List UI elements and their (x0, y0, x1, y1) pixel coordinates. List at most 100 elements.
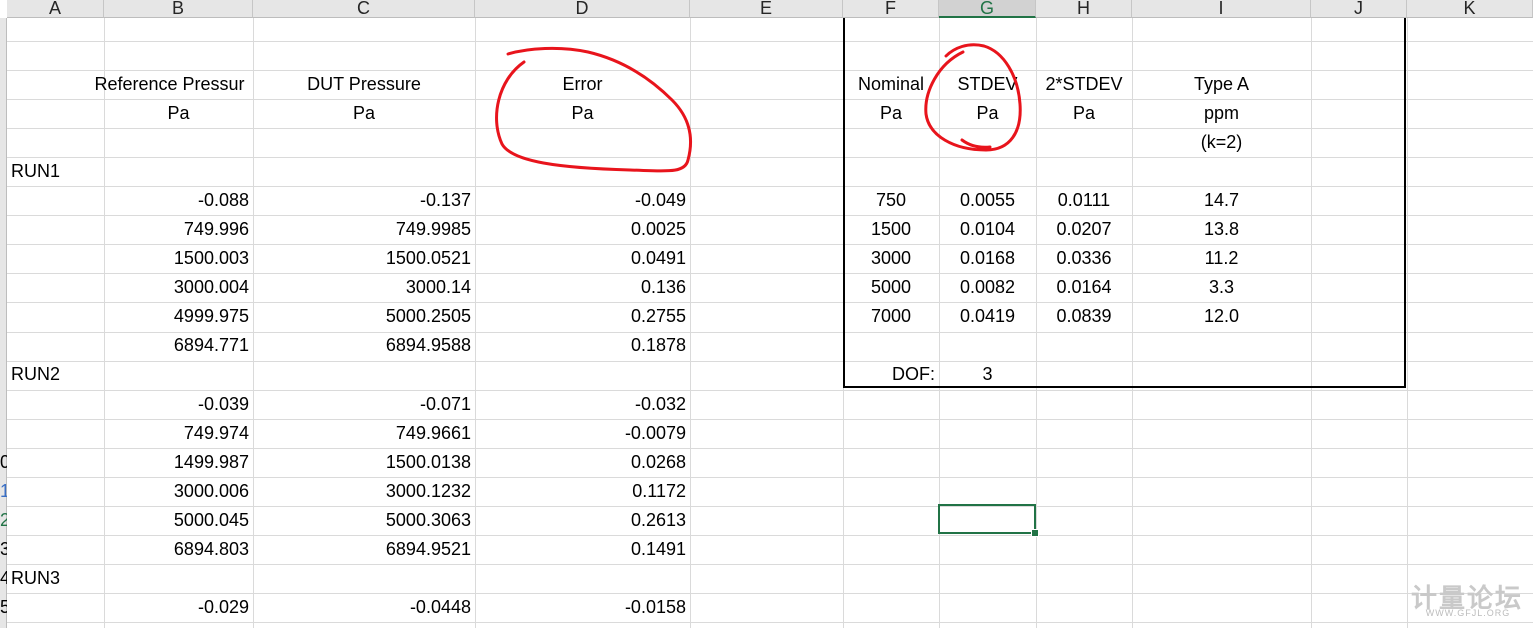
summary-type-a[interactable]: 3.3 (1132, 273, 1311, 301)
unit-dut-pressure[interactable]: Pa (253, 99, 475, 127)
column-header-k[interactable]: K (1407, 0, 1533, 18)
row-number[interactable]: 5 (0, 593, 7, 621)
summary-nominal[interactable]: 7000 (843, 302, 939, 330)
error-value[interactable]: 0.0268 (475, 448, 686, 476)
dut-value[interactable]: -0.137 (253, 186, 471, 214)
summary-type-a[interactable]: 12.0 (1132, 302, 1311, 330)
summary-nominal[interactable]: 3000 (843, 244, 939, 272)
unit-nominal[interactable]: Pa (843, 99, 939, 127)
summary-2-stdev[interactable]: 0.0164 (1036, 273, 1132, 301)
error-value[interactable]: 0.1878 (475, 331, 686, 359)
summary-nominal[interactable]: 1500 (843, 215, 939, 243)
error-value[interactable]: 0.1172 (475, 477, 686, 505)
ref-value[interactable]: 6894.771 (104, 331, 249, 359)
summary-stdev[interactable]: 0.0104 (939, 215, 1036, 243)
header-error[interactable]: Error (475, 70, 690, 98)
summary-2-stdev[interactable]: 0.0111 (1036, 186, 1132, 214)
error-value[interactable]: -0.049 (475, 186, 686, 214)
ref-value[interactable]: 749.996 (104, 215, 249, 243)
ref-value[interactable]: 3000.006 (104, 477, 249, 505)
ref-value[interactable]: -0.029 (104, 593, 249, 621)
column-header-c[interactable]: C (253, 0, 475, 18)
error-value[interactable]: -0.0079 (475, 419, 686, 447)
summary-stdev[interactable]: 0.0168 (939, 244, 1036, 272)
header-dut-pressure[interactable]: DUT Pressure (253, 70, 475, 98)
ref-value[interactable]: 3000.004 (104, 273, 249, 301)
dut-value[interactable]: 1500.0138 (253, 448, 471, 476)
summary-stdev[interactable]: 0.0419 (939, 302, 1036, 330)
run-label[interactable]: RUN1 (11, 157, 101, 185)
error-value[interactable]: 0.0491 (475, 244, 686, 272)
dut-value[interactable]: 3000.14 (253, 273, 471, 301)
column-header-f[interactable]: F (843, 0, 939, 18)
summary-stdev[interactable]: 0.0082 (939, 273, 1036, 301)
unit-type-a[interactable]: ppm (1132, 99, 1311, 127)
error-value[interactable]: 0.0025 (475, 215, 686, 243)
header-reference-pressure[interactable]: Reference Pressur (86, 70, 253, 98)
dut-value[interactable]: -0.0448 (253, 593, 471, 621)
ref-value[interactable]: -0.039 (104, 390, 249, 418)
summary-nominal[interactable]: 5000 (843, 273, 939, 301)
coverage-factor[interactable]: (k=2) (1132, 128, 1311, 156)
run-label[interactable]: RUN2 (11, 360, 101, 388)
ref-value[interactable]: 1499.987 (104, 448, 249, 476)
column-header-d[interactable]: D (475, 0, 690, 18)
column-header-h[interactable]: H (1036, 0, 1132, 18)
error-value[interactable]: 0.1491 (475, 535, 686, 563)
row-number[interactable]: 3 (0, 535, 7, 563)
error-value[interactable]: -0.032 (475, 390, 686, 418)
dut-value[interactable]: 5000.3063 (253, 506, 471, 534)
dut-value[interactable]: 6894.9521 (253, 535, 471, 563)
summary-type-a[interactable]: 13.8 (1132, 215, 1311, 243)
dut-value[interactable]: -0.071 (253, 390, 471, 418)
ref-value[interactable]: -0.088 (104, 186, 249, 214)
spreadsheet[interactable]: A B C D E F G H I J K 0 1 2 3 4 5 Refere… (0, 0, 1533, 628)
ref-value[interactable]: 1500.003 (104, 244, 249, 272)
header-nominal[interactable]: Nominal (843, 70, 939, 98)
row-number[interactable]: 4 (0, 564, 7, 592)
header-type-a[interactable]: Type A (1132, 70, 1311, 98)
error-value[interactable]: 0.2755 (475, 302, 686, 330)
column-header-g[interactable]: G (939, 0, 1036, 18)
error-value[interactable]: 0.136 (475, 273, 686, 301)
summary-2-stdev[interactable]: 0.0207 (1036, 215, 1132, 243)
unit-2-stdev[interactable]: Pa (1036, 99, 1132, 127)
dut-value[interactable]: 749.9661 (253, 419, 471, 447)
dof-label[interactable]: DOF: (843, 360, 935, 388)
row-number[interactable]: 2 (0, 506, 7, 534)
column-header-e[interactable]: E (690, 0, 843, 18)
row-number[interactable]: 0 (0, 448, 7, 476)
ref-value[interactable]: 4999.975 (104, 302, 249, 330)
row-gridline (7, 622, 1533, 623)
row-number[interactable]: 1 (0, 477, 7, 505)
dut-value[interactable]: 5000.2505 (253, 302, 471, 330)
run-label[interactable]: RUN3 (11, 564, 101, 592)
summary-2-stdev[interactable]: 0.0839 (1036, 302, 1132, 330)
ref-value[interactable]: 6894.803 (104, 535, 249, 563)
dut-value[interactable]: 3000.1232 (253, 477, 471, 505)
unit-stdev[interactable]: Pa (939, 99, 1036, 127)
dut-value[interactable]: 749.9985 (253, 215, 471, 243)
dof-value[interactable]: 3 (939, 360, 1036, 388)
unit-reference-pressure[interactable]: Pa (104, 99, 253, 127)
ref-value[interactable]: 5000.045 (104, 506, 249, 534)
dut-value[interactable]: 6894.9588 (253, 331, 471, 359)
summary-type-a[interactable]: 14.7 (1132, 186, 1311, 214)
summary-nominal[interactable]: 750 (843, 186, 939, 214)
unit-error[interactable]: Pa (475, 99, 690, 127)
summary-2-stdev[interactable]: 0.0336 (1036, 244, 1132, 272)
fill-handle[interactable] (1031, 529, 1039, 537)
error-value[interactable]: 0.2613 (475, 506, 686, 534)
column-header-b[interactable]: B (104, 0, 253, 18)
summary-type-a[interactable]: 11.2 (1132, 244, 1311, 272)
column-header-i[interactable]: I (1132, 0, 1311, 18)
dut-value[interactable]: 1500.0521 (253, 244, 471, 272)
ref-value[interactable]: 749.974 (104, 419, 249, 447)
column-header-j[interactable]: J (1311, 0, 1407, 18)
summary-stdev[interactable]: 0.0055 (939, 186, 1036, 214)
active-cell-g16[interactable] (938, 504, 1039, 537)
column-header-a[interactable]: A (7, 0, 104, 18)
error-value[interactable]: -0.0158 (475, 593, 686, 621)
header-2-stdev[interactable]: 2*STDEV (1036, 70, 1132, 98)
header-stdev[interactable]: STDEV (939, 70, 1036, 98)
